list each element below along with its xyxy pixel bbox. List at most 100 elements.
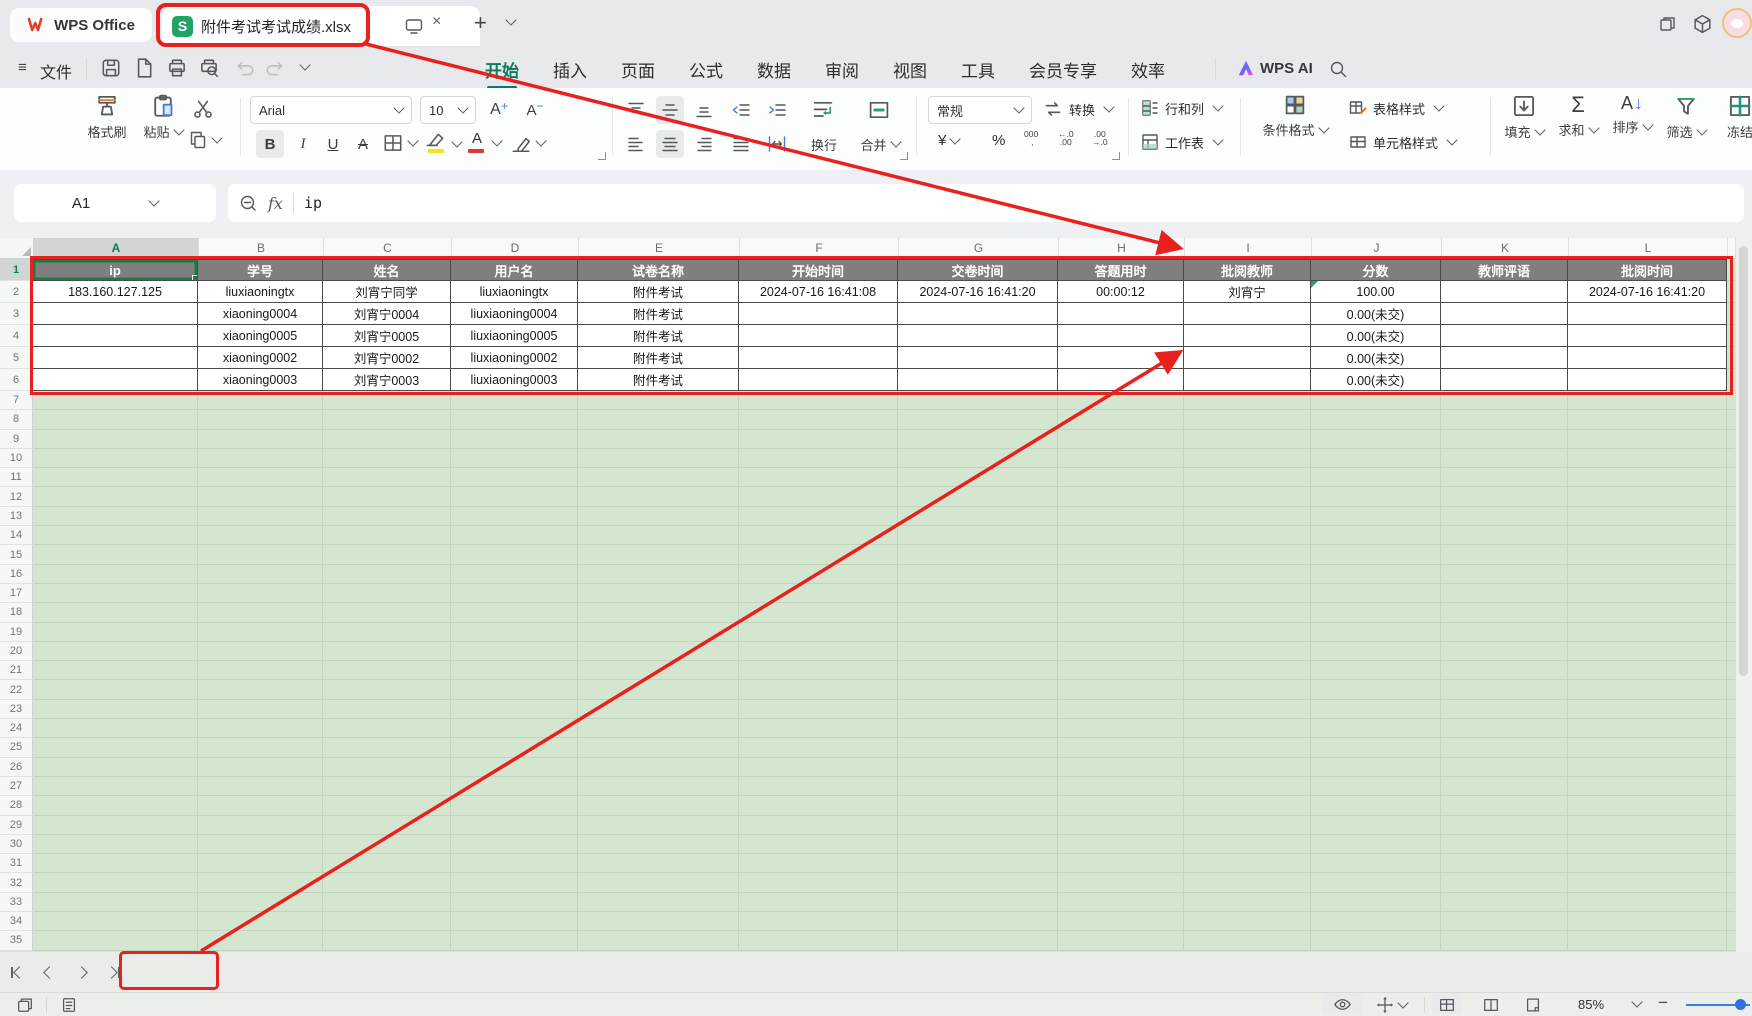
cell-B7[interactable] bbox=[198, 391, 323, 410]
cell-I35[interactable] bbox=[1184, 931, 1311, 950]
cell-A27[interactable] bbox=[33, 777, 198, 796]
cell-H19[interactable] bbox=[1058, 623, 1184, 642]
cell-H35[interactable] bbox=[1058, 931, 1184, 950]
cell-H31[interactable] bbox=[1058, 854, 1184, 873]
cell-J8[interactable] bbox=[1311, 410, 1441, 429]
cell-E35[interactable] bbox=[578, 931, 739, 950]
cell-E5[interactable]: 附件考试 bbox=[578, 347, 739, 369]
cell-F23[interactable] bbox=[739, 700, 898, 719]
cell-K26[interactable] bbox=[1441, 758, 1568, 777]
row-header-19[interactable]: 19 bbox=[0, 623, 33, 642]
cell-J5[interactable]: 0.00(未交) bbox=[1311, 347, 1441, 369]
cell-B23[interactable] bbox=[198, 700, 323, 719]
worksheet-button[interactable]: 工作表 bbox=[1140, 132, 1222, 152]
cell-J7[interactable] bbox=[1311, 391, 1441, 410]
cell-E4[interactable]: 附件考试 bbox=[578, 325, 739, 347]
cell-B28[interactable] bbox=[198, 796, 323, 815]
cell-F34[interactable] bbox=[739, 912, 898, 931]
cell-D35[interactable] bbox=[451, 931, 578, 950]
cell-A2[interactable]: 183.160.127.125 bbox=[33, 281, 198, 303]
cell-K9[interactable] bbox=[1441, 430, 1568, 449]
cell-H1[interactable]: 答题用时 bbox=[1058, 259, 1184, 281]
cell-F4[interactable] bbox=[739, 325, 898, 347]
cell-C29[interactable] bbox=[323, 816, 451, 835]
align-right-button[interactable] bbox=[690, 130, 718, 158]
cell-H34[interactable] bbox=[1058, 912, 1184, 931]
prev-sheet-button[interactable] bbox=[38, 961, 60, 983]
cell-D20[interactable] bbox=[451, 642, 578, 661]
paste-button[interactable]: 粘贴 bbox=[138, 93, 188, 141]
undo-icon[interactable] bbox=[234, 57, 256, 79]
cell-L3[interactable] bbox=[1568, 303, 1727, 325]
cell-D34[interactable] bbox=[451, 912, 578, 931]
cell-E29[interactable] bbox=[578, 816, 739, 835]
cell-C20[interactable] bbox=[323, 642, 451, 661]
cell-G26[interactable] bbox=[898, 758, 1058, 777]
cell-J35[interactable] bbox=[1311, 931, 1441, 950]
row-header-10[interactable]: 10 bbox=[0, 449, 33, 468]
cell-G30[interactable] bbox=[898, 835, 1058, 854]
cell-K14[interactable] bbox=[1441, 526, 1568, 545]
cell-D22[interactable] bbox=[451, 680, 578, 699]
cell-style-button[interactable]: 单元格样式 bbox=[1348, 132, 1456, 152]
spreadsheet-grid[interactable]: ABCDEFGHIJKL1ip学号姓名用户名试卷名称开始时间交卷时间答题用时批阅… bbox=[0, 238, 1736, 952]
cell-H28[interactable] bbox=[1058, 796, 1184, 815]
cell-L28[interactable] bbox=[1568, 796, 1727, 815]
cell-G31[interactable] bbox=[898, 854, 1058, 873]
sum-button[interactable]: Σ 求和 bbox=[1552, 93, 1604, 139]
underline-button[interactable]: U bbox=[320, 130, 346, 158]
cell-I12[interactable] bbox=[1184, 487, 1311, 506]
cell-I2[interactable]: 刘宵宁 bbox=[1184, 281, 1311, 303]
save-icon[interactable] bbox=[100, 57, 122, 79]
cell-G9[interactable] bbox=[898, 430, 1058, 449]
search-function-icon[interactable] bbox=[238, 193, 258, 213]
vertical-scrollbar[interactable] bbox=[1735, 238, 1752, 952]
align-bottom-button[interactable] bbox=[690, 96, 718, 124]
cell-C23[interactable] bbox=[323, 700, 451, 719]
row-header-14[interactable]: 14 bbox=[0, 526, 33, 545]
cell-J19[interactable] bbox=[1311, 623, 1441, 642]
cell-A19[interactable] bbox=[33, 623, 198, 642]
cell-K32[interactable] bbox=[1441, 873, 1568, 892]
cell-I5[interactable] bbox=[1184, 347, 1311, 369]
cell-F35[interactable] bbox=[739, 931, 898, 950]
col-header-C[interactable]: C bbox=[324, 238, 452, 259]
cell-E30[interactable] bbox=[578, 835, 739, 854]
cell-B6[interactable]: xiaoning0003 bbox=[198, 369, 323, 391]
cell-K28[interactable] bbox=[1441, 796, 1568, 815]
freeze-button[interactable]: 冻结 bbox=[1714, 93, 1752, 141]
cell-G23[interactable] bbox=[898, 700, 1058, 719]
cell-J13[interactable] bbox=[1311, 507, 1441, 526]
cell-K23[interactable] bbox=[1441, 700, 1568, 719]
cell-F9[interactable] bbox=[739, 430, 898, 449]
cell-C14[interactable] bbox=[323, 526, 451, 545]
row-header-5[interactable]: 5 bbox=[0, 347, 33, 369]
cell-F18[interactable] bbox=[739, 603, 898, 622]
cell-G25[interactable] bbox=[898, 738, 1058, 757]
cell-E23[interactable] bbox=[578, 700, 739, 719]
cell-J26[interactable] bbox=[1311, 758, 1441, 777]
cell-D32[interactable] bbox=[451, 873, 578, 892]
outline-panel-icon[interactable] bbox=[60, 996, 78, 1014]
cell-L29[interactable] bbox=[1568, 816, 1727, 835]
font-family-select[interactable]: Arial bbox=[250, 96, 412, 124]
cell-A5[interactable] bbox=[33, 347, 198, 369]
cell-H18[interactable] bbox=[1058, 603, 1184, 622]
cell-I22[interactable] bbox=[1184, 680, 1311, 699]
cell-A14[interactable] bbox=[33, 526, 198, 545]
decrease-indent-button[interactable] bbox=[726, 96, 756, 124]
convert-button[interactable]: 转换 bbox=[1042, 98, 1113, 120]
cell-L33[interactable] bbox=[1568, 893, 1727, 912]
number-dialog-launcher[interactable] bbox=[1112, 152, 1120, 160]
cell-L2[interactable]: 2024-07-16 16:41:20 bbox=[1568, 281, 1727, 303]
cell-B21[interactable] bbox=[198, 661, 323, 680]
tab-view[interactable]: 视图 bbox=[893, 57, 927, 82]
cell-C10[interactable] bbox=[323, 449, 451, 468]
cell-K16[interactable] bbox=[1441, 565, 1568, 584]
cell-J21[interactable] bbox=[1311, 661, 1441, 680]
cell-D1[interactable]: 用户名 bbox=[451, 259, 578, 281]
cell-B9[interactable] bbox=[198, 430, 323, 449]
hamburger-menu-icon[interactable]: ≡ bbox=[18, 59, 27, 76]
cell-I26[interactable] bbox=[1184, 758, 1311, 777]
cell-A21[interactable] bbox=[33, 661, 198, 680]
